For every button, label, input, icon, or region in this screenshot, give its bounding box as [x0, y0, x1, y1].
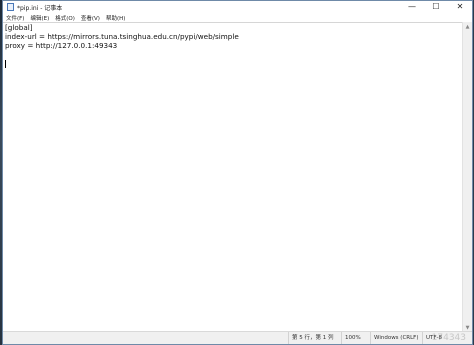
- menu-edit[interactable]: 编辑(E): [27, 14, 52, 22]
- scroll-up-arrow-icon[interactable]: ▲: [463, 22, 472, 31]
- cursor-position: 第 5 行，第 1 列: [288, 332, 334, 344]
- editor-line: [global]: [5, 23, 33, 32]
- close-button[interactable]: ✕: [448, 1, 472, 13]
- menu-format[interactable]: 格式(O): [52, 14, 78, 22]
- notepad-icon: [7, 3, 14, 11]
- menu-help[interactable]: 帮助(H): [103, 14, 128, 22]
- zoom-level: 100%: [341, 332, 361, 344]
- vertical-scrollbar[interactable]: ▲ ▼: [462, 22, 472, 332]
- line-ending: Windows (CRLF): [370, 332, 418, 344]
- window-controls: — ☐ ✕: [400, 1, 472, 13]
- text-caret: [5, 60, 6, 68]
- menu-file[interactable]: 文件(F): [3, 14, 27, 22]
- menu-bar: 文件(F) 编辑(E) 格式(O) 查看(V) 帮助(H): [3, 13, 472, 22]
- editor-empty-line: [3, 50, 462, 59]
- window-title: *pip.ini - 记事本: [17, 4, 63, 12]
- text-editor[interactable]: [global] index-url = https://mirrors.tun…: [3, 22, 462, 332]
- editor-line: proxy = http://127.0.0.1:49343: [5, 41, 118, 50]
- minimize-button[interactable]: —: [400, 1, 424, 13]
- watermark: 174343: [431, 333, 466, 343]
- menu-view[interactable]: 查看(V): [78, 14, 103, 22]
- title-bar[interactable]: *pip.ini - 记事本 — ☐ ✕: [3, 1, 472, 13]
- status-bar: 第 5 行，第 1 列 100% Windows (CRLF) UTF-8 17…: [3, 331, 472, 344]
- notepad-window: *pip.ini - 记事本 — ☐ ✕ 文件(F) 编辑(E) 格式(O) 查…: [2, 0, 473, 345]
- maximize-button[interactable]: ☐: [424, 1, 448, 13]
- editor-line: index-url = https://mirrors.tuna.tsinghu…: [5, 32, 239, 41]
